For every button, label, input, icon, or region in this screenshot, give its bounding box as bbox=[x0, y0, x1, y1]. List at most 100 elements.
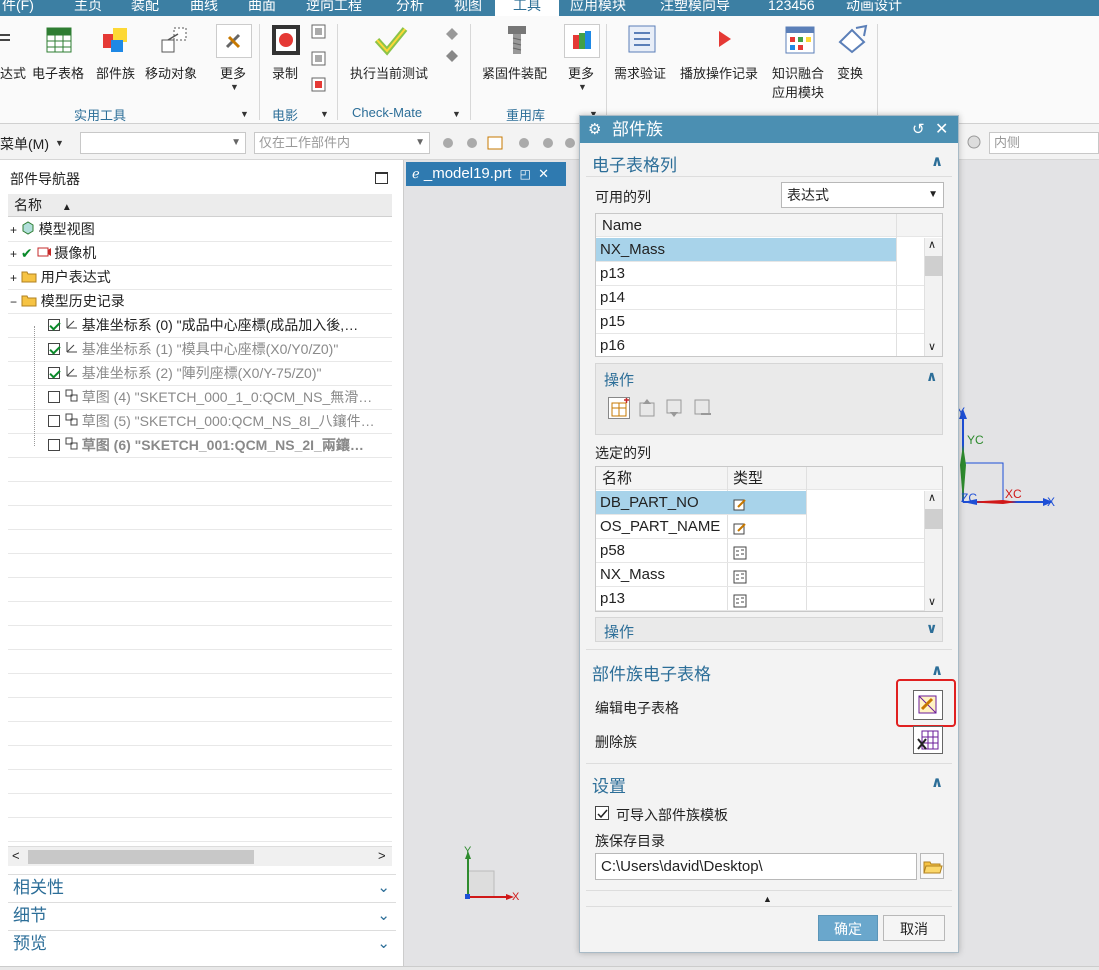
chevron-down-icon[interactable]: ∨ bbox=[926, 620, 937, 637]
scroll-right-icon[interactable]: > bbox=[378, 848, 386, 863]
visibility-checkbox[interactable] bbox=[48, 439, 60, 451]
menu-applications[interactable]: 应用模块 bbox=[570, 0, 626, 16]
edit-spreadsheet-button[interactable] bbox=[913, 690, 943, 720]
close-icon[interactable]: ✕ bbox=[538, 166, 549, 181]
chevron-up-icon[interactable]: ∧ bbox=[926, 368, 937, 385]
import-template-checkbox[interactable] bbox=[595, 806, 609, 820]
table-row[interactable]: p58 bbox=[596, 539, 924, 563]
inside-combo[interactable]: 内侧 bbox=[989, 132, 1099, 154]
move-object-button[interactable]: 移动对象 bbox=[145, 63, 197, 82]
column-header-name[interactable]: 名称 ▲ bbox=[8, 194, 392, 217]
scroll-thumb[interactable] bbox=[925, 256, 942, 276]
restore-icon[interactable]: ◰ bbox=[520, 167, 531, 181]
tree-item-camera[interactable]: + ✔ 摄像机 bbox=[8, 242, 392, 266]
tree-item-datum-csys-1[interactable]: 基准坐标系 (1) "模具中心座標(X0/Y0/Z0)" bbox=[8, 338, 392, 362]
transform-button[interactable]: 变换 bbox=[837, 63, 863, 82]
move-object-icon[interactable] bbox=[160, 26, 190, 59]
selected-columns-table[interactable]: 名称 类型 DB_PART_NO OS_PART_NAME p58 NX_Mas… bbox=[595, 466, 943, 612]
list-item[interactable]: NX_Mass bbox=[596, 238, 896, 262]
visibility-checkbox[interactable] bbox=[48, 391, 60, 403]
table-row[interactable]: NX_Mass bbox=[596, 563, 924, 587]
vertical-scrollbar[interactable]: ∧ ∨ bbox=[924, 238, 942, 356]
expand-icon[interactable]: + bbox=[10, 223, 17, 237]
menu-surface[interactable]: 曲面 bbox=[248, 0, 276, 16]
menu-dropdown[interactable]: 菜单(M) bbox=[0, 134, 49, 154]
chevron-down-icon[interactable]: ▼ bbox=[452, 109, 461, 119]
chevron-up-icon[interactable]: ∧ bbox=[931, 152, 943, 170]
scroll-up-icon[interactable]: ∧ bbox=[928, 238, 936, 251]
chevron-down-icon[interactable]: ▼ bbox=[578, 82, 587, 92]
remove-column-icon[interactable] bbox=[692, 397, 714, 419]
type-filter-combo[interactable]: ▼ bbox=[80, 132, 246, 154]
vertical-scrollbar[interactable]: ∧ ∨ bbox=[924, 491, 942, 611]
scroll-down-icon[interactable]: ∨ bbox=[928, 340, 936, 353]
knowledge-fusion-button[interactable]: 知识融合 bbox=[772, 63, 824, 82]
panel-details[interactable]: 细节 ⌄ bbox=[8, 902, 396, 928]
filter-icon[interactable] bbox=[966, 134, 984, 155]
dialog-titlebar[interactable]: ⚙ 部件族 ↺ ✕ bbox=[580, 116, 958, 143]
snap-icons[interactable] bbox=[440, 134, 580, 155]
collapse-icon[interactable]: − bbox=[10, 295, 17, 309]
part-family-icon[interactable] bbox=[101, 26, 131, 59]
visibility-checkbox[interactable] bbox=[48, 343, 60, 355]
checkmate-small-icons[interactable] bbox=[444, 26, 460, 69]
close-icon[interactable]: ✕ bbox=[935, 116, 948, 143]
tree-item-sketch-6[interactable]: 草图 (6) "SKETCH_001:QCM_NS_2I_兩鑲… bbox=[8, 434, 392, 458]
ok-button[interactable]: 确定 bbox=[818, 915, 878, 941]
list-item[interactable]: p14 bbox=[596, 286, 924, 310]
tree-item-sketch-4[interactable]: 草图 (4) "SKETCH_000_1_0:QCM_NS_無滑… bbox=[8, 386, 392, 410]
menu-curve[interactable]: 曲线 bbox=[190, 0, 218, 16]
scroll-down-icon[interactable]: ∨ bbox=[928, 595, 936, 608]
menu-animation-design[interactable]: 动画设计 bbox=[846, 0, 902, 16]
panel-preview[interactable]: 预览 ⌄ bbox=[8, 930, 396, 956]
maximize-icon[interactable] bbox=[375, 172, 388, 184]
available-columns-select[interactable]: 表达式 ▼ bbox=[781, 182, 944, 208]
fastener-assembly-button[interactable]: 紧固件装配 bbox=[482, 63, 547, 82]
visibility-checkbox[interactable] bbox=[48, 367, 60, 379]
tree-item-model-views[interactable]: + 模型视图 bbox=[8, 218, 392, 242]
tree-item-sketch-5[interactable]: 草图 (5) "SKETCH_000:QCM_NS_8I_八鑲件… bbox=[8, 410, 392, 434]
tree-item-datum-csys-2[interactable]: 基准坐标系 (2) "陣列座標(X0/Y-75/Z0)" bbox=[8, 362, 392, 386]
visibility-checkbox[interactable] bbox=[48, 415, 60, 427]
file-tab[interactable]: ℯ _model19.prt ◰ ✕ bbox=[406, 162, 566, 186]
scroll-thumb[interactable] bbox=[925, 509, 942, 529]
expand-icon[interactable]: + bbox=[10, 271, 17, 285]
requirements-icon[interactable] bbox=[627, 24, 657, 57]
more-button-1[interactable]: 更多 bbox=[220, 63, 246, 82]
tree-item-datum-csys-0[interactable]: 基准坐标系 (0) "成品中心座標(成品加入後,… bbox=[8, 314, 392, 338]
expand-icon[interactable]: + bbox=[10, 247, 17, 261]
tree-item-user-expressions[interactable]: + 用户表达式 bbox=[8, 266, 392, 290]
more-button-2[interactable]: 更多 bbox=[568, 63, 594, 82]
chevron-up-icon[interactable]: ∧ bbox=[931, 661, 943, 679]
move-up-icon[interactable] bbox=[637, 397, 659, 419]
expand-more-icon[interactable]: ▲ bbox=[763, 894, 772, 904]
add-column-icon[interactable] bbox=[608, 397, 630, 419]
operations-panel-collapsed[interactable]: 操作 ∨ bbox=[595, 617, 943, 642]
menu-mold-wizard[interactable]: 注塑模向导 bbox=[660, 0, 730, 16]
record-icon[interactable] bbox=[271, 24, 301, 59]
menu-home[interactable]: 主页 bbox=[74, 0, 102, 16]
menu-view[interactable]: 视图 bbox=[454, 0, 482, 16]
table-row[interactable]: OS_PART_NAME bbox=[596, 515, 924, 539]
panel-dependencies[interactable]: 相关性 ⌄ bbox=[8, 874, 396, 900]
scroll-left-icon[interactable]: < bbox=[12, 848, 20, 863]
move-down-icon[interactable] bbox=[664, 397, 686, 419]
horizontal-scrollbar[interactable]: < > bbox=[8, 846, 392, 866]
play-operation-record-button[interactable]: 播放操作记录 bbox=[680, 63, 758, 82]
scope-filter-combo[interactable]: 仅在工作部件内 ▼ bbox=[254, 132, 430, 154]
fastener-icon[interactable] bbox=[502, 24, 532, 59]
chevron-down-icon[interactable]: ▼ bbox=[55, 138, 64, 148]
tools-more-icon[interactable] bbox=[216, 24, 252, 58]
spreadsheet-icon[interactable] bbox=[45, 26, 75, 59]
menu-file[interactable]: 件(F) bbox=[2, 0, 34, 16]
run-current-test-button[interactable]: 执行当前测试 bbox=[350, 63, 428, 82]
knowledge-fusion-icon[interactable] bbox=[785, 26, 815, 57]
scroll-thumb[interactable] bbox=[28, 850, 254, 864]
expression-button[interactable]: 达式 bbox=[0, 63, 26, 82]
menu-reverse-engineering[interactable]: 逆向工程 bbox=[306, 0, 362, 16]
part-family-button[interactable]: 部件族 bbox=[96, 63, 135, 82]
save-dir-input[interactable]: C:\Users\david\Desktop\ bbox=[595, 853, 917, 880]
list-item[interactable]: p15 bbox=[596, 310, 924, 334]
reset-icon[interactable]: ↺ bbox=[912, 116, 925, 143]
chevron-up-icon[interactable]: ∧ bbox=[931, 773, 943, 791]
